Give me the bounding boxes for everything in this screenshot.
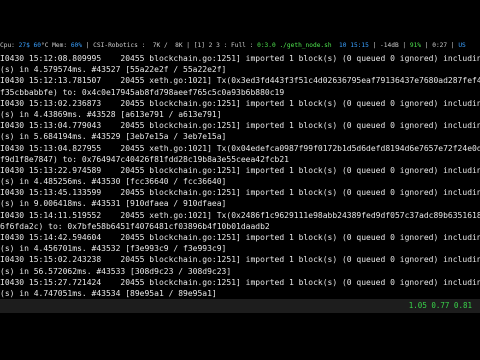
terminal-output[interactable]: I0430 15:12:08.809995 20455 blockchain.g…: [0, 53, 480, 299]
log-line: (s) in 4.43869ms. #43528 [a613e791 / a61…: [0, 109, 222, 119]
status-segment: 27$ 60: [18, 42, 41, 49]
tmux-status-bar: 1:truffle2:vi3:./geth_node.sh4:vi5:recor…: [0, 299, 480, 313]
load-average: 1.05 0.77 0.81: [408, 301, 472, 310]
log-line: (s) in 4.747051ms. #43534 [89e95a1 / 89e…: [0, 288, 217, 298]
status-segment: 0:3.0 ./geth_node.sh: [257, 42, 332, 49]
log-line: I0430 15:12:08.809995 20455 blockchain.g…: [0, 54, 480, 63]
log-line: (s) in 4.456701ms. #43532 [f3e993c9 / f3…: [0, 244, 227, 254]
log-line: f35cbbabbfe) to: 0x4c0e17945ab8fd798aeef…: [0, 87, 285, 97]
status-segment: 60%: [70, 42, 82, 49]
status-segment: | 0:27 |: [421, 42, 459, 49]
log-line: (s) in 5.684194ms. #43529 [3eb7e15a / 3e…: [0, 132, 227, 142]
log-line: (s) in 4.579574ms. #43527 [55a22e2f / 55…: [0, 65, 227, 75]
status-segment: US: [458, 42, 466, 49]
log-line: (s) in 56.572062ms. #43533 [308d9c23 / 3…: [0, 266, 232, 276]
log-line: I0430 15:13:02.236873 20455 blockchain.g…: [0, 98, 480, 108]
system-status-bar: Cpu: 27$ 60°C Mem: 60% | CSI-Robotics : …: [0, 40, 480, 51]
status-segment: 10 15:15: [331, 42, 373, 49]
log-line: I0430 15:13:04.827955 20455 xeth.go:1021…: [0, 143, 480, 153]
log-line: f9d1f8e7847) to: 0x764947c40426f81fdd28c…: [0, 154, 289, 164]
log-line: I0430 15:15:02.243238 20455 blockchain.g…: [0, 255, 480, 265]
log-line: I0430 15:13:04.779043 20455 blockchain.g…: [0, 121, 480, 131]
terminal-screen: Cpu: 27$ 60°C Mem: 60% | CSI-Robotics : …: [0, 40, 480, 320]
log-line: 6f6fda2c) to: 0x7bfe58b6451f4076481cf038…: [0, 221, 270, 231]
log-line: I0430 15:12:13.781507 20455 xeth.go:1021…: [0, 76, 480, 86]
video-frame: Cpu: 27$ 60°C Mem: 60% | CSI-Robotics : …: [0, 0, 480, 360]
log-line: (s) in 9.006418ms. #43531 [910dfaea / 91…: [0, 199, 227, 209]
log-line: I0430 15:14:42.594604 20455 blockchain.g…: [0, 233, 480, 242]
log-line: I0430 15:13:22.974589 20455 blockchain.g…: [0, 165, 480, 175]
status-segment: | -14dB |: [372, 42, 410, 49]
status-segment: °C Mem:: [41, 42, 71, 49]
log-line: I0430 15:14:11.519552 20455 xeth.go:1021…: [0, 210, 480, 220]
log-line: I0430 15:15:27.721424 20455 blockchain.g…: [0, 277, 480, 287]
log-line: (s) in 4.485256ms. #43530 [fcc36640 / fc…: [0, 177, 227, 187]
status-segment: | CSI-Robotics : 7K / 8K | [1] 2 3 : Ful…: [82, 42, 258, 49]
status-segment: 91%: [409, 42, 422, 49]
log-line: I0430 15:13:45.133599 20455 blockchain.g…: [0, 188, 480, 198]
status-segment: Cpu:: [0, 42, 19, 49]
